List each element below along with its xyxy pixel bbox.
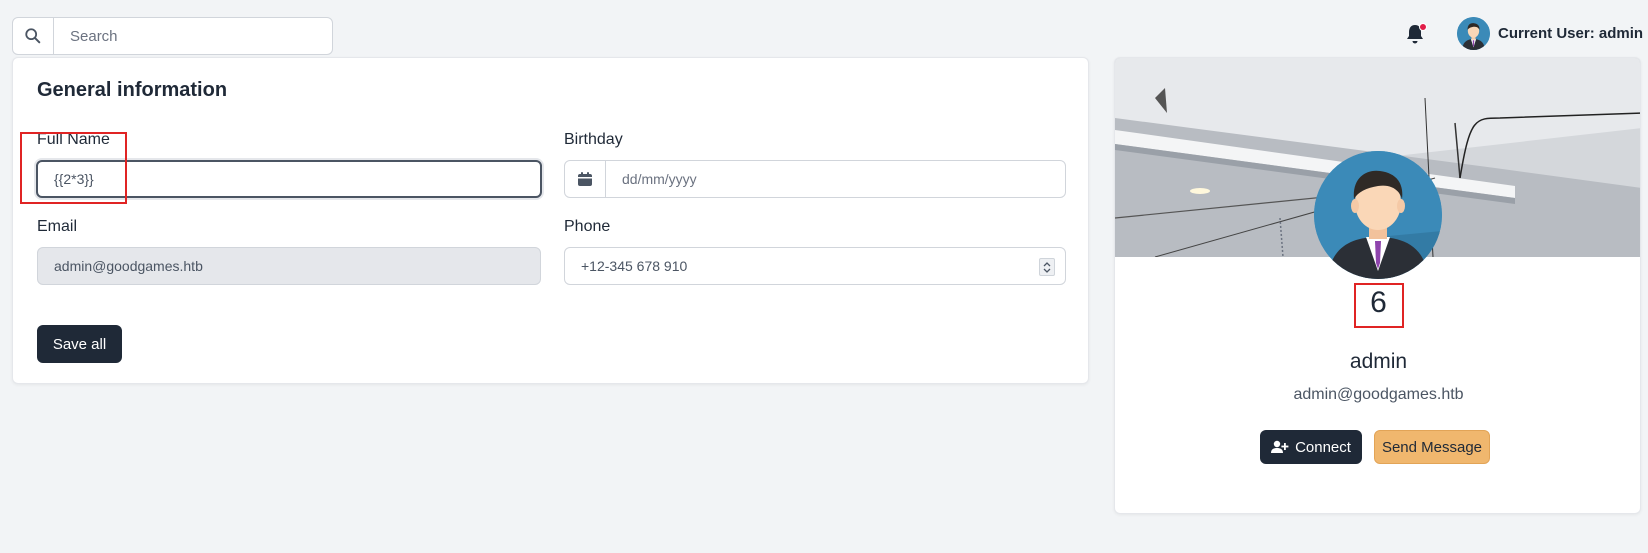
calendar-icon[interactable] xyxy=(565,161,606,197)
add-user-icon xyxy=(1271,440,1289,454)
current-user-menu[interactable]: Current User: admin xyxy=(1457,17,1643,50)
send-message-button[interactable]: Send Message xyxy=(1374,430,1490,464)
card-title: General information xyxy=(37,79,228,101)
birthday-field-wrap xyxy=(564,160,1066,198)
current-user-label: Current User: admin xyxy=(1498,25,1644,42)
phone-input[interactable] xyxy=(565,248,1065,284)
connect-label: Connect xyxy=(1295,438,1351,456)
phone-stepper[interactable] xyxy=(1039,258,1055,276)
profile-avatar xyxy=(1314,151,1442,279)
general-information-card: General information Full Name Birthday E… xyxy=(12,57,1089,384)
search-icon[interactable] xyxy=(13,18,54,54)
rendered-name-highlight-box xyxy=(1354,283,1404,328)
profile-username: admin xyxy=(1349,350,1408,373)
full-name-highlight-box xyxy=(20,132,127,204)
birthday-input[interactable] xyxy=(606,161,1065,197)
notification-indicator xyxy=(1419,23,1427,31)
top-navbar: Current User: admin xyxy=(0,0,1648,56)
connect-button[interactable]: Connect xyxy=(1260,430,1362,464)
profile-card: 6 admin admin@goodgames.htb Connect Send… xyxy=(1114,57,1641,514)
user-avatar xyxy=(1457,17,1490,50)
phone-label: Phone xyxy=(564,218,611,235)
birthday-label: Birthday xyxy=(564,131,623,148)
email-label: Email xyxy=(37,218,78,235)
save-all-button[interactable]: Save all xyxy=(37,325,122,363)
notifications-bell-icon[interactable] xyxy=(1405,23,1427,47)
email-input[interactable] xyxy=(38,248,540,284)
search-input[interactable] xyxy=(54,18,332,54)
email-field-wrap xyxy=(37,247,541,285)
profile-email: admin@goodgames.htb xyxy=(1293,386,1464,403)
phone-field-wrap xyxy=(564,247,1066,285)
search-bar xyxy=(12,17,333,55)
